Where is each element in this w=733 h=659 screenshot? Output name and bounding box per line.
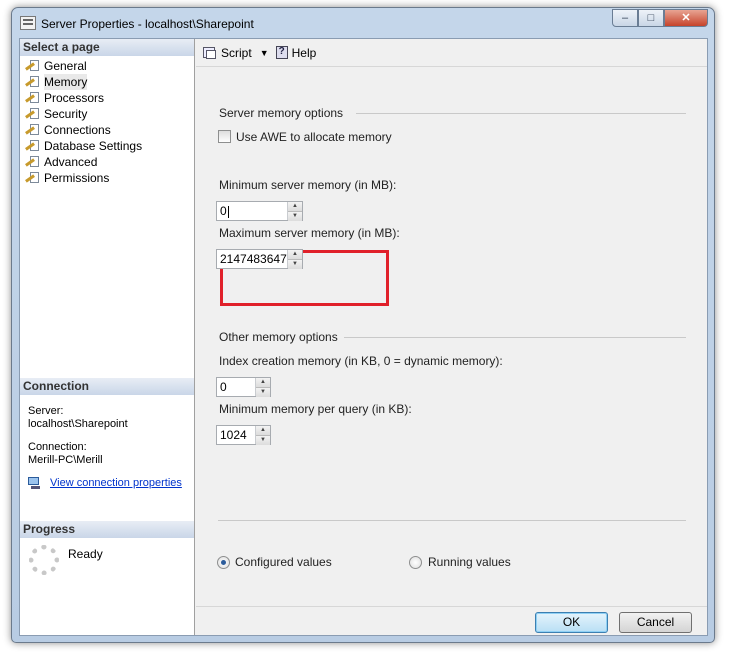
running-values-radio[interactable] — [409, 556, 422, 569]
page-wrench-icon — [25, 123, 41, 137]
spin-buttons: ▲ ▼ — [287, 202, 302, 221]
page-wrench-icon — [25, 171, 41, 185]
server-label: Server: — [28, 405, 64, 417]
divider — [218, 520, 686, 521]
divider — [344, 337, 686, 338]
spin-up-icon[interactable]: ▲ — [256, 378, 270, 388]
title-bar[interactable]: Server Properties - localhost\Sharepoint… — [12, 8, 714, 38]
script-icon — [202, 46, 218, 60]
page-item-label: Permissions — [44, 171, 110, 185]
page-wrench-icon — [25, 155, 41, 169]
max-server-memory-input[interactable]: 2147483647 — [217, 250, 287, 268]
page-item-label: Connections — [44, 123, 111, 137]
progress-spinner-icon — [29, 545, 59, 575]
connection-value: Merill-PC\Merill — [28, 454, 103, 466]
view-connection-properties-link[interactable]: View connection properties — [50, 477, 182, 490]
page-item-database-settings[interactable]: Database Settings — [25, 138, 194, 154]
spin-up-icon[interactable]: ▲ — [256, 426, 270, 436]
app-icon — [20, 16, 36, 30]
running-values-label: Running values — [428, 555, 511, 569]
connection-properties-icon — [28, 477, 43, 490]
cancel-button[interactable]: Cancel — [619, 612, 692, 633]
page-item-label: Processors — [44, 91, 105, 105]
dialog-button-bar: OK Cancel — [196, 606, 707, 635]
left-panel: Select a page General Memory Processors … — [20, 39, 195, 635]
min-memory-per-query-input[interactable]: 1024 — [217, 426, 255, 444]
page-wrench-icon — [25, 75, 41, 89]
spin-up-icon[interactable]: ▲ — [288, 250, 302, 260]
spin-up-icon[interactable]: ▲ — [288, 202, 302, 212]
min-server-memory-stepper[interactable]: 0 ▲ ▼ — [216, 201, 303, 221]
window-title: Server Properties - localhost\Sharepoint — [41, 17, 254, 31]
index-creation-memory-input[interactable]: 0 — [217, 378, 255, 396]
ok-button[interactable]: OK — [535, 612, 608, 633]
page-item-connections[interactable]: Connections — [25, 122, 194, 138]
maximize-button[interactable]: □ — [638, 9, 664, 27]
connection-label: Connection: — [28, 441, 87, 453]
connection-header: Connection — [20, 378, 194, 395]
server-memory-group-title: Server memory options — [219, 106, 344, 120]
min-server-memory-input[interactable]: 0 — [217, 202, 287, 220]
spin-down-icon[interactable]: ▼ — [256, 388, 270, 397]
spin-down-icon[interactable]: ▼ — [256, 436, 270, 445]
page-wrench-icon — [25, 59, 41, 73]
spin-buttons: ▲ ▼ — [255, 378, 270, 397]
configured-values-label: Configured values — [235, 555, 332, 569]
page-list: General Memory Processors Security Conne… — [20, 56, 194, 186]
script-label: Script — [221, 45, 252, 60]
progress-status: Ready — [68, 547, 103, 561]
page-item-permissions[interactable]: Permissions — [25, 170, 194, 186]
min-memory-per-query-stepper[interactable]: 1024 ▲ ▼ — [216, 425, 271, 445]
page-item-label: Memory — [44, 74, 88, 90]
spin-buttons: ▲ ▼ — [287, 250, 302, 269]
index-creation-memory-label: Index creation memory (in KB, 0 = dynami… — [219, 354, 503, 368]
progress-header: Progress — [20, 521, 194, 538]
page-item-label: General — [44, 59, 87, 73]
server-value: localhost\Sharepoint — [28, 418, 128, 430]
connection-info: Server: localhost\Sharepoint Connection:… — [28, 405, 182, 490]
minimize-button[interactable]: – — [612, 9, 638, 27]
index-creation-memory-stepper[interactable]: 0 ▲ ▼ — [216, 377, 271, 397]
server-properties-window: Server Properties - localhost\Sharepoint… — [11, 7, 715, 643]
script-dropdown-arrow-icon[interactable]: ▼ — [260, 48, 269, 58]
min-server-memory-label: Minimum server memory (in MB): — [219, 178, 397, 192]
page-wrench-icon — [25, 91, 41, 105]
script-button[interactable]: Script — [202, 46, 252, 60]
page-item-label: Database Settings — [44, 139, 143, 153]
spin-down-icon[interactable]: ▼ — [288, 212, 302, 221]
help-button[interactable]: ? Help — [275, 45, 317, 60]
spin-buttons: ▲ ▼ — [255, 426, 270, 445]
view-connection-row: View connection properties — [28, 477, 182, 490]
other-memory-group-title: Other memory options — [219, 330, 338, 344]
max-server-memory-stepper[interactable]: 2147483647 ▲ ▼ — [216, 249, 303, 269]
spin-down-icon[interactable]: ▼ — [288, 260, 302, 269]
divider — [356, 113, 686, 114]
help-icon: ? — [275, 45, 289, 60]
close-button[interactable]: ✕ — [664, 9, 708, 27]
page-item-label: Advanced — [44, 155, 98, 169]
select-page-header: Select a page — [20, 39, 194, 56]
toolbar: Script ▼ ? Help — [196, 39, 707, 67]
use-awe-checkbox[interactable] — [218, 130, 231, 143]
page-item-advanced[interactable]: Advanced — [25, 154, 194, 170]
page-item-general[interactable]: General — [25, 58, 194, 74]
help-label: Help — [291, 45, 317, 60]
memory-page-content: Server memory options Use AWE to allocat… — [196, 68, 707, 606]
page-item-label: Security — [44, 107, 88, 121]
page-item-security[interactable]: Security — [25, 106, 194, 122]
page-item-memory[interactable]: Memory — [25, 74, 194, 90]
page-item-processors[interactable]: Processors — [25, 90, 194, 106]
max-server-memory-label: Maximum server memory (in MB): — [219, 226, 400, 240]
page-wrench-icon — [25, 107, 41, 121]
page-wrench-icon — [25, 139, 41, 153]
use-awe-label: Use AWE to allocate memory — [236, 130, 392, 144]
dialog-client-area: Select a page General Memory Processors … — [19, 38, 708, 636]
min-memory-per-query-label: Minimum memory per query (in KB): — [219, 402, 412, 416]
configured-values-radio[interactable] — [217, 556, 230, 569]
caption-buttons: – □ ✕ — [612, 9, 708, 27]
